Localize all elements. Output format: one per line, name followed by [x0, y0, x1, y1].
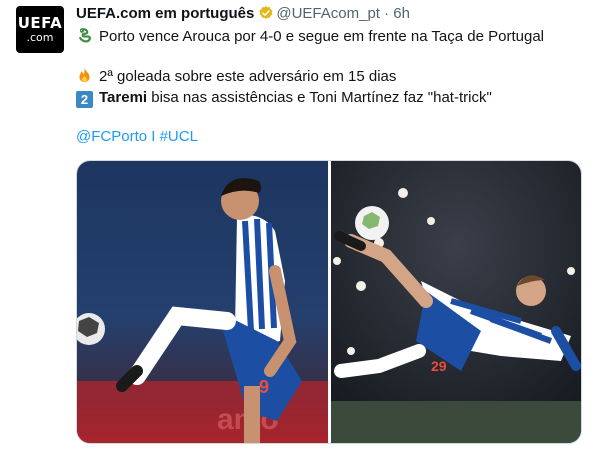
shirt-number-2: 29 — [431, 358, 447, 374]
photo-1-image: amo 9 — [77, 161, 328, 443]
dragon-icon — [79, 28, 91, 43]
tweet-line-1: Porto vence Arouca por 4-0 e segue em fr… — [76, 27, 544, 47]
tweet-line-2: 2ª goleada sobre este adversário em 15 d… — [76, 67, 396, 87]
photo-1[interactable]: amo 9 — [77, 161, 328, 443]
player-name: Taremi — [99, 89, 148, 106]
tweet-header: UEFA.com em português @UEFAcom_pt · 6h — [76, 5, 410, 23]
photo-2[interactable]: 29 — [331, 161, 581, 443]
account-name[interactable]: UEFA.com em português — [76, 5, 254, 22]
tweet-text-line-3: bisa nas assistências e Toni Martínez fa… — [147, 89, 492, 106]
hashtag-link[interactable]: #UCL — [160, 128, 198, 145]
photo-2-image: 29 — [331, 161, 581, 443]
tweet-text-line-2: 2ª goleada sobre este adversário em 15 d… — [99, 68, 397, 85]
verified-badge-icon — [259, 6, 273, 19]
media-grid: amo 9 — [76, 160, 582, 444]
separator-dot: · — [384, 5, 390, 22]
fire-icon — [79, 67, 90, 83]
tweet-links: @FCPorto I #UCL — [76, 127, 198, 147]
link-divider: I — [147, 128, 160, 145]
mention-link[interactable]: @FCPorto — [76, 128, 147, 145]
avatar-subtext: .com — [26, 30, 54, 44]
number-badge: 2 — [76, 91, 93, 108]
tweet-line-3: 2 Taremi bisa nas assistências e Toni Mar… — [76, 88, 492, 108]
tweet-time[interactable]: 6h — [393, 5, 410, 22]
avatar[interactable]: UEFA .com — [16, 6, 64, 53]
tweet-text-line-1: Porto vence Arouca por 4-0 e segue em fr… — [99, 28, 545, 45]
avatar-text: UEFA — [17, 13, 63, 32]
shirt-number: 9 — [259, 377, 269, 397]
account-handle[interactable]: @UEFAcom_pt — [276, 5, 380, 22]
